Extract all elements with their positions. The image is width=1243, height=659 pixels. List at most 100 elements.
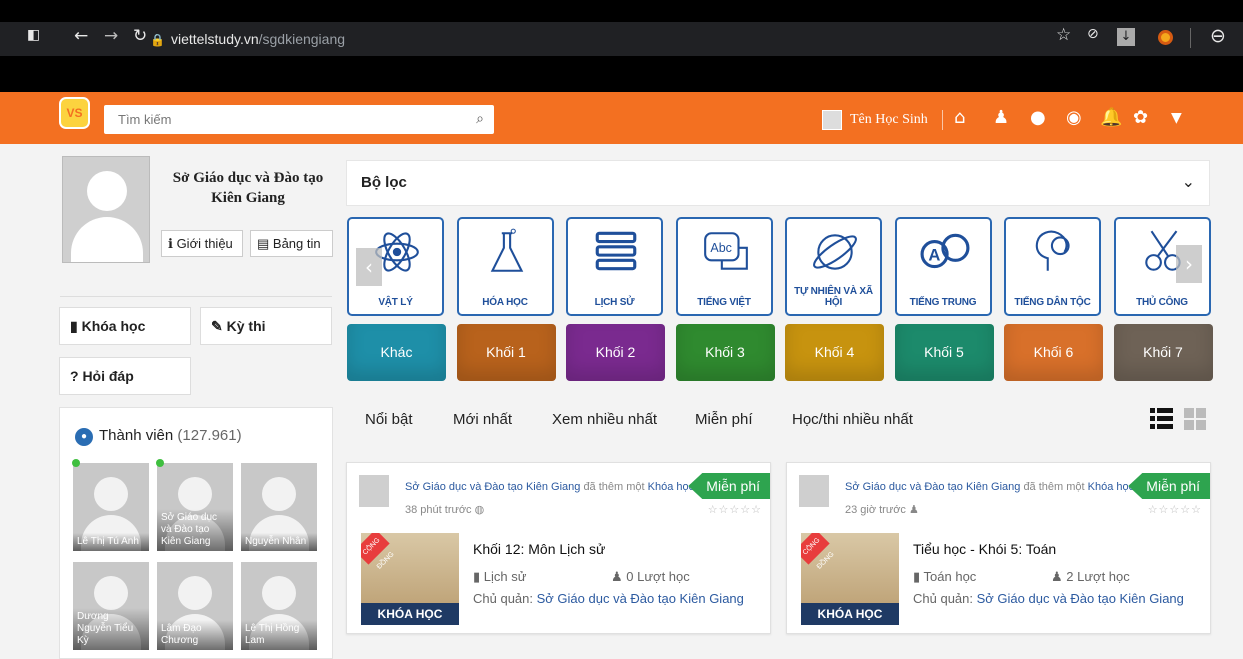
thumb-label: KHÓA HỌC — [801, 603, 899, 625]
course-views: ♟ 2 Lượt học — [1051, 569, 1130, 585]
online-indicator — [156, 459, 164, 467]
reload-icon[interactable]: ↻ — [133, 26, 147, 46]
courses-nav-button[interactable]: ▮ Khóa học — [59, 307, 191, 345]
grade-tile[interactable]: Khối 7 — [1113, 324, 1213, 381]
subject-tile[interactable]: TIẾNG DÂN TỘC — [1004, 217, 1101, 316]
grade-label: Khối 3 — [705, 344, 745, 360]
book-icon: ▮ — [70, 318, 82, 334]
intro-button[interactable]: ℹ Giới thiệu — [161, 230, 243, 257]
group-icon[interactable]: ♟ — [993, 107, 1009, 128]
object-link[interactable]: Khóa học — [648, 481, 694, 493]
tab-newest[interactable]: Mới nhất — [453, 411, 512, 428]
subject-tile[interactable]: LỊCH SỬ — [566, 217, 663, 316]
globe-icon[interactable]: ◉ — [1066, 107, 1082, 128]
download-icon[interactable]: ↓ — [1117, 28, 1135, 46]
search-icon[interactable]: ⌕ — [476, 111, 484, 127]
grade-tile[interactable]: Khác — [347, 324, 446, 381]
student-menu[interactable]: Tên Học Sinh — [822, 108, 928, 132]
tab-free[interactable]: Miễn phí — [695, 411, 753, 428]
course-thumbnail[interactable]: CỘNG ĐỒNG KHÓA HỌC — [801, 533, 899, 625]
edit-icon: ✎ — [211, 318, 227, 334]
exams-nav-button[interactable]: ✎ Kỳ thi — [200, 307, 332, 345]
rating-stars[interactable]: ☆☆☆☆☆ — [708, 503, 762, 516]
owner-link[interactable]: Sở Giáo dục và Đào tạo Kiên Giang — [537, 591, 744, 606]
author-link[interactable]: Sở Giáo dục và Đào tạo Kiên Giang — [405, 481, 580, 493]
course-thumbnail[interactable]: CỘNG ĐỒNG KHÓA HỌC — [361, 533, 459, 625]
chevron-down-icon[interactable]: ⌄ — [1182, 172, 1195, 191]
address-bar[interactable]: 🔒 viettelstudy.vn/sgdkiengiang — [150, 22, 1040, 56]
star-icon[interactable]: ☆ — [1056, 25, 1071, 45]
caret-down-icon[interactable]: ▼ — [1171, 110, 1182, 126]
account-icon[interactable]: ⊖ — [1210, 25, 1226, 47]
extension-icon[interactable] — [1158, 30, 1173, 45]
course-subject: ▮ Lịch sử — [473, 569, 526, 585]
org-name: Sở Giáo dục và Đào tạo Kiên Giang — [172, 170, 324, 206]
filter-bar[interactable]: Bộ lọc ⌄ — [346, 160, 1210, 206]
subject-label: TIẾNG TRUNG — [909, 297, 977, 308]
member-name: Lê Thị Tú Anh — [73, 533, 149, 551]
author-link[interactable]: Sở Giáo dục và Đào tạo Kiên Giang — [845, 481, 1020, 493]
member-tile[interactable]: Dương Nguyễn Tiểu Kỳ — [73, 562, 149, 650]
course-title[interactable]: Tiểu học - Khói 5: Toán — [913, 541, 1056, 557]
bell-icon[interactable]: 🔔 — [1100, 107, 1122, 128]
url-path: /sgdkiengiang — [258, 31, 346, 47]
object-link[interactable]: Khóa học — [1088, 481, 1134, 493]
grade-tile[interactable]: Khối 2 — [566, 324, 665, 381]
free-badge: Miễn phí — [688, 473, 770, 499]
back-icon[interactable]: ← — [74, 26, 88, 46]
grade-tile[interactable]: Khối 3 — [675, 324, 775, 381]
globe-icon: ◍ — [474, 504, 485, 516]
news-button[interactable]: ▤ Bảng tin — [250, 230, 333, 257]
course-card[interactable]: Sở Giáo dục và Đào tạo Kiên Giang đã thê… — [346, 462, 771, 634]
books-icon — [595, 231, 637, 271]
members-title-text: Thành viên — [99, 427, 174, 444]
carousel-prev-button[interactable]: ‹ — [356, 248, 382, 286]
course-card[interactable]: Sở Giáo dục và Đào tạo Kiên Giang đã thê… — [786, 462, 1211, 634]
lock-icon: 🔒 — [150, 33, 165, 47]
user-icon: ♟ — [611, 569, 627, 584]
member-tile[interactable]: Lê Thị Hồng Lam — [241, 562, 317, 650]
tab-most-studied[interactable]: Học/thi nhiều nhất — [792, 411, 913, 428]
student-avatar — [822, 109, 842, 130]
grade-tile[interactable]: Khối 5 — [894, 324, 994, 381]
org-avatar — [62, 156, 150, 263]
list-view-icon[interactable] — [1150, 406, 1210, 430]
grade-label: Khối 7 — [1143, 344, 1183, 360]
subject-label: THỦ CÔNG — [1136, 297, 1188, 308]
tab-featured[interactable]: Nổi bật — [365, 411, 413, 428]
subject-tile[interactable]: A TIẾNG TRUNG — [894, 217, 992, 316]
grade-tile[interactable]: Khối 4 — [785, 324, 884, 381]
site-logo[interactable]: VS — [59, 97, 90, 129]
subject-label: TIẾNG VIỆT — [697, 297, 751, 308]
language-icon: A — [920, 233, 969, 269]
subject-label: VẬT LÝ — [378, 297, 413, 308]
tab-most-viewed[interactable]: Xem nhiều nhất — [552, 411, 657, 428]
member-tile[interactable]: Sở Giáo dục và Đào tạo Kiên Giang — [157, 463, 233, 551]
member-tile[interactable]: Lâm Đạo Chương — [157, 562, 233, 650]
member-tile[interactable]: Lê Thị Tú Anh — [73, 463, 149, 551]
abc-icon: Abc — [703, 232, 748, 270]
grade-tile[interactable]: Khối 1 — [456, 324, 556, 381]
gift-icon[interactable]: ✿ — [1133, 107, 1148, 128]
subject-tile[interactable]: Abc TIẾNG VIỆT — [675, 217, 773, 316]
online-indicator — [72, 459, 80, 467]
grade-label: Khối 2 — [595, 344, 636, 360]
home-icon[interactable]: ⌂ — [954, 107, 965, 128]
members-title[interactable]: ● Thành viên (127.961) — [75, 427, 242, 446]
chat-icon[interactable]: ● — [1030, 107, 1046, 128]
owner-link[interactable]: Sở Giáo dục và Đào tạo Kiên Giang — [977, 591, 1184, 606]
shield-icon[interactable]: ⊘ — [1087, 26, 1099, 42]
search-input[interactable] — [104, 105, 454, 134]
carousel-next-button[interactable]: › — [1176, 245, 1202, 283]
subject-tile[interactable]: HÓA HỌC — [456, 217, 554, 316]
members-count: (127.961) — [177, 427, 242, 444]
forward-icon[interactable]: → — [104, 26, 118, 46]
rating-stars[interactable]: ☆☆☆☆☆ — [1148, 503, 1202, 516]
course-title[interactable]: Khối 12: Môn Lịch sử — [473, 541, 605, 557]
subject-tile[interactable]: TỰ NHIÊN VÀ XÃ HỘI — [785, 217, 882, 316]
member-tile[interactable]: Nguyễn Nhân — [241, 463, 317, 551]
member-name: Lâm Đạo Chương — [157, 620, 233, 650]
sidebar-toggle-icon[interactable]: ◧ — [27, 27, 40, 43]
grade-tile[interactable]: Khối 6 — [1004, 324, 1103, 381]
qa-nav-button[interactable]: ? Hỏi đáp — [59, 357, 191, 395]
